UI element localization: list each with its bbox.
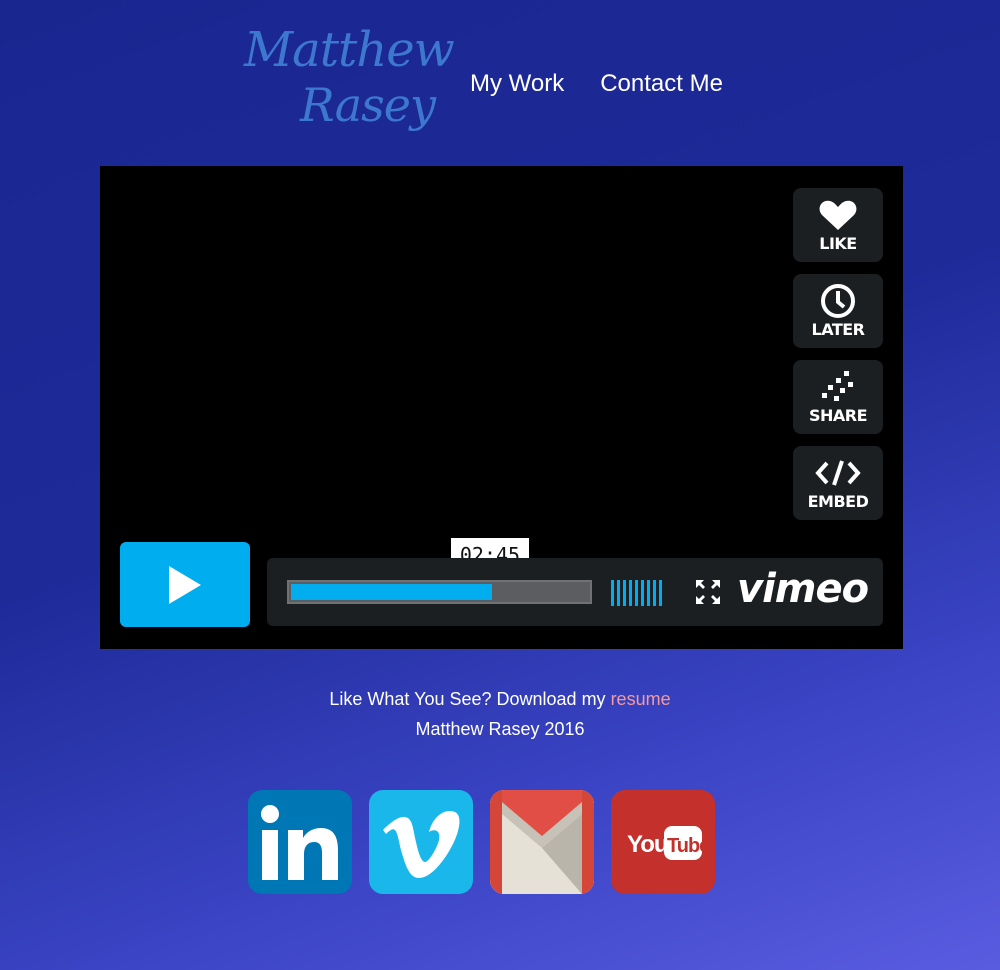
nav-contact-me[interactable]: Contact Me — [600, 70, 723, 98]
main-nav: My Work Contact Me — [470, 70, 723, 98]
video-player[interactable]: LIKE LATER SHARE EMBED 02:45 vimeo — [100, 166, 903, 649]
copyright-text: Matthew Rasey 2016 — [415, 719, 585, 739]
vimeo-icon[interactable] — [369, 790, 473, 894]
play-button[interactable] — [120, 542, 250, 627]
progress-bar[interactable] — [287, 580, 592, 604]
gmail-icon[interactable] — [490, 790, 594, 894]
linkedin-icon[interactable] — [248, 790, 352, 894]
fullscreen-icon[interactable] — [695, 579, 721, 605]
play-icon — [169, 565, 201, 604]
embed-label: EMBED — [807, 492, 869, 511]
later-label: LATER — [811, 320, 866, 339]
clock-icon — [793, 284, 883, 318]
youtube-tube-text: Tube — [667, 835, 710, 857]
nav-my-work[interactable]: My Work — [470, 70, 564, 98]
like-label: LIKE — [819, 234, 857, 253]
logo-line-2: Rasey — [300, 78, 436, 132]
vimeo-logo[interactable]: vimeo — [737, 566, 869, 612]
embed-icon — [793, 456, 883, 490]
youtube-icon[interactable]: You Tube — [611, 790, 715, 894]
heart-icon — [793, 198, 883, 232]
download-line: Like What You See? Download my resume — [0, 684, 1000, 714]
logo-line-1: Matthew — [244, 22, 455, 78]
like-button[interactable]: LIKE — [793, 188, 883, 262]
control-bar: vimeo — [267, 558, 883, 626]
youtube-you-text: You — [627, 831, 668, 858]
share-icon — [793, 370, 883, 404]
share-label: SHARE — [808, 406, 868, 425]
site-logo[interactable]: Matthew Rasey — [238, 16, 455, 136]
social-links: You Tube — [248, 790, 715, 894]
download-text: Like What You See? Download my — [329, 689, 611, 709]
footer: Like What You See? Download my resume Ma… — [0, 684, 1000, 744]
embed-button[interactable]: EMBED — [793, 446, 883, 520]
share-button[interactable]: SHARE — [793, 360, 883, 434]
watch-later-button[interactable]: LATER — [793, 274, 883, 348]
volume-control[interactable] — [611, 580, 662, 606]
progress-fill — [291, 584, 492, 600]
resume-link[interactable]: resume — [611, 689, 671, 709]
